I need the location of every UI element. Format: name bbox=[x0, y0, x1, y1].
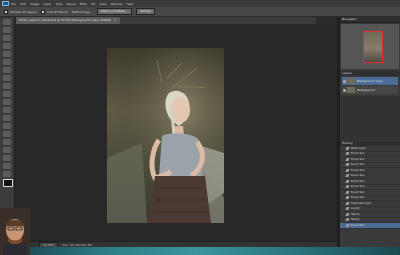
marquee-tool-icon[interactable] bbox=[3, 27, 11, 33]
menu-window[interactable]: Window bbox=[111, 2, 123, 6]
healing-brush-tool-icon[interactable] bbox=[3, 67, 11, 73]
history-state-label: Brush Tool bbox=[351, 223, 365, 227]
hand-tool-icon[interactable] bbox=[3, 163, 11, 169]
history-state-label: Duplicate Layer bbox=[351, 201, 372, 205]
auto-enhance-checkbox[interactable] bbox=[40, 9, 45, 14]
layers-panel-header[interactable]: Layers bbox=[340, 71, 400, 76]
menu-view[interactable]: View bbox=[99, 2, 106, 6]
sample-all-layers-checkbox[interactable] bbox=[4, 9, 8, 14]
crop-tool-icon[interactable] bbox=[3, 51, 11, 57]
blur-tool-icon[interactable] bbox=[3, 115, 11, 121]
desktop-background bbox=[30, 247, 400, 255]
layer-thumbnail bbox=[347, 87, 355, 93]
brush-icon bbox=[345, 212, 350, 216]
brush-icon bbox=[345, 146, 350, 150]
navigator-panel-header[interactable]: Navigator bbox=[340, 17, 400, 23]
foreground-background-colors-icon[interactable] bbox=[3, 179, 13, 187]
brush-icon bbox=[345, 168, 350, 172]
sample-button[interactable]: Sample bbox=[136, 8, 156, 15]
layer-thumbnail bbox=[347, 78, 355, 84]
refine-edge-option[interactable]: Refine Edge... bbox=[72, 10, 93, 14]
layer-name: Background bbox=[357, 88, 375, 92]
history-state-label: Brush Tool bbox=[351, 152, 365, 156]
history-state-label: Brush Tool bbox=[351, 185, 365, 189]
history-state[interactable]: Brush Tool bbox=[340, 223, 400, 229]
history-state-label: Brush Tool bbox=[351, 163, 365, 167]
history-state-label: Make Layer bbox=[351, 146, 366, 150]
history-state-label: Brush Tool bbox=[351, 179, 365, 183]
brush-icon bbox=[345, 223, 350, 227]
brush-icon bbox=[345, 174, 350, 178]
close-icon[interactable]: × bbox=[114, 17, 117, 24]
webcam-overlay bbox=[0, 208, 30, 255]
history-state-label: Liquify bbox=[351, 207, 360, 211]
navigator-view-box[interactable] bbox=[363, 31, 383, 63]
gradient-tool-icon[interactable] bbox=[3, 107, 11, 113]
eye-icon[interactable] bbox=[343, 79, 346, 83]
right-panels: Navigator Layers Background copy Backgro… bbox=[340, 17, 400, 252]
layer-row[interactable]: Background copy bbox=[342, 77, 398, 85]
history-state-label: Stamp bbox=[351, 218, 360, 222]
brush-icon bbox=[345, 163, 350, 167]
history-state-label: Brush Tool bbox=[351, 190, 365, 194]
brush-icon bbox=[345, 207, 350, 211]
move-tool-icon[interactable] bbox=[3, 19, 11, 25]
document-tab[interactable]: Photo_retouch_2016.psd @ 33.3% (Backgrou… bbox=[16, 17, 120, 24]
options-bar: Sample All Layers Auto-Enhance Refine Ed… bbox=[0, 7, 400, 17]
auto-enhance-label: Auto-Enhance bbox=[46, 9, 68, 14]
navigator-thumbnail[interactable] bbox=[341, 24, 399, 69]
history-brush-tool-icon[interactable] bbox=[3, 91, 11, 97]
document-tab-title: Photo_retouch_2016.psd @ 33.3% (Backgrou… bbox=[19, 18, 112, 22]
history-state-label: Brush Tool bbox=[351, 174, 365, 178]
layers-empty-area bbox=[340, 96, 400, 140]
menu-file[interactable]: File bbox=[11, 2, 16, 6]
brush-icon bbox=[345, 152, 350, 156]
eraser-tool-icon[interactable] bbox=[3, 99, 11, 105]
photoshop-logo-icon bbox=[2, 1, 9, 6]
sample-all-layers-option[interactable]: Sample All Layers bbox=[4, 9, 37, 14]
pen-tool-icon[interactable] bbox=[3, 131, 11, 137]
dodge-tool-icon[interactable] bbox=[3, 123, 11, 129]
path-select-tool-icon[interactable] bbox=[3, 147, 11, 153]
layer-row[interactable]: Background bbox=[342, 86, 398, 94]
portrait-photo bbox=[107, 48, 224, 223]
menu-select[interactable]: Select bbox=[67, 2, 76, 6]
refine-edge-label: Refine Edge... bbox=[71, 9, 93, 14]
document-canvas-image[interactable] bbox=[107, 48, 224, 223]
eye-icon[interactable] bbox=[343, 88, 346, 92]
clone-stamp-tool-icon[interactable] bbox=[3, 83, 11, 89]
brush-icon bbox=[345, 196, 350, 200]
brush-icon bbox=[345, 179, 350, 183]
menu-help[interactable]: Help bbox=[126, 2, 133, 6]
zoom-tool-icon[interactable] bbox=[3, 171, 11, 177]
menu-3d[interactable]: 3D bbox=[91, 2, 95, 6]
type-tool-icon[interactable] bbox=[3, 139, 11, 145]
menu-filter[interactable]: Filter bbox=[80, 2, 87, 6]
menu-type[interactable]: Type bbox=[56, 2, 63, 6]
shape-tool-icon[interactable] bbox=[3, 155, 11, 161]
history-list: Make Layer Brush Tool Brush Tool Brush Tool… bbox=[340, 146, 400, 229]
brush-icon bbox=[345, 218, 350, 222]
menu-layer[interactable]: Layer bbox=[43, 2, 51, 6]
lasso-tool-icon[interactable] bbox=[3, 35, 11, 41]
eyedropper-tool-icon[interactable] bbox=[3, 59, 11, 65]
history-state-label: Stamp bbox=[351, 212, 360, 216]
auto-enhance-option[interactable]: Auto-Enhance bbox=[40, 9, 68, 14]
history-state-label: Brush Tool bbox=[351, 196, 365, 200]
sample-all-layers-label: Sample All Layers bbox=[10, 9, 37, 14]
brush-icon bbox=[345, 190, 350, 194]
brush-icon bbox=[345, 157, 350, 161]
brush-icon bbox=[345, 185, 350, 189]
layer-name: Background copy bbox=[357, 79, 384, 83]
history-state-label: Brush Tool bbox=[351, 168, 365, 172]
brush-icon bbox=[345, 201, 350, 205]
presenter-face bbox=[0, 208, 30, 255]
select-and-mask-button[interactable]: Select and Mask... bbox=[96, 8, 133, 15]
brush-tool-icon[interactable] bbox=[3, 75, 11, 81]
quick-select-tool-icon[interactable] bbox=[3, 43, 11, 49]
menu-edit[interactable]: Edit bbox=[20, 2, 26, 6]
tools-panel bbox=[0, 17, 15, 240]
menu-image[interactable]: Image bbox=[30, 2, 39, 6]
history-state-label: Brush Tool bbox=[351, 157, 365, 161]
